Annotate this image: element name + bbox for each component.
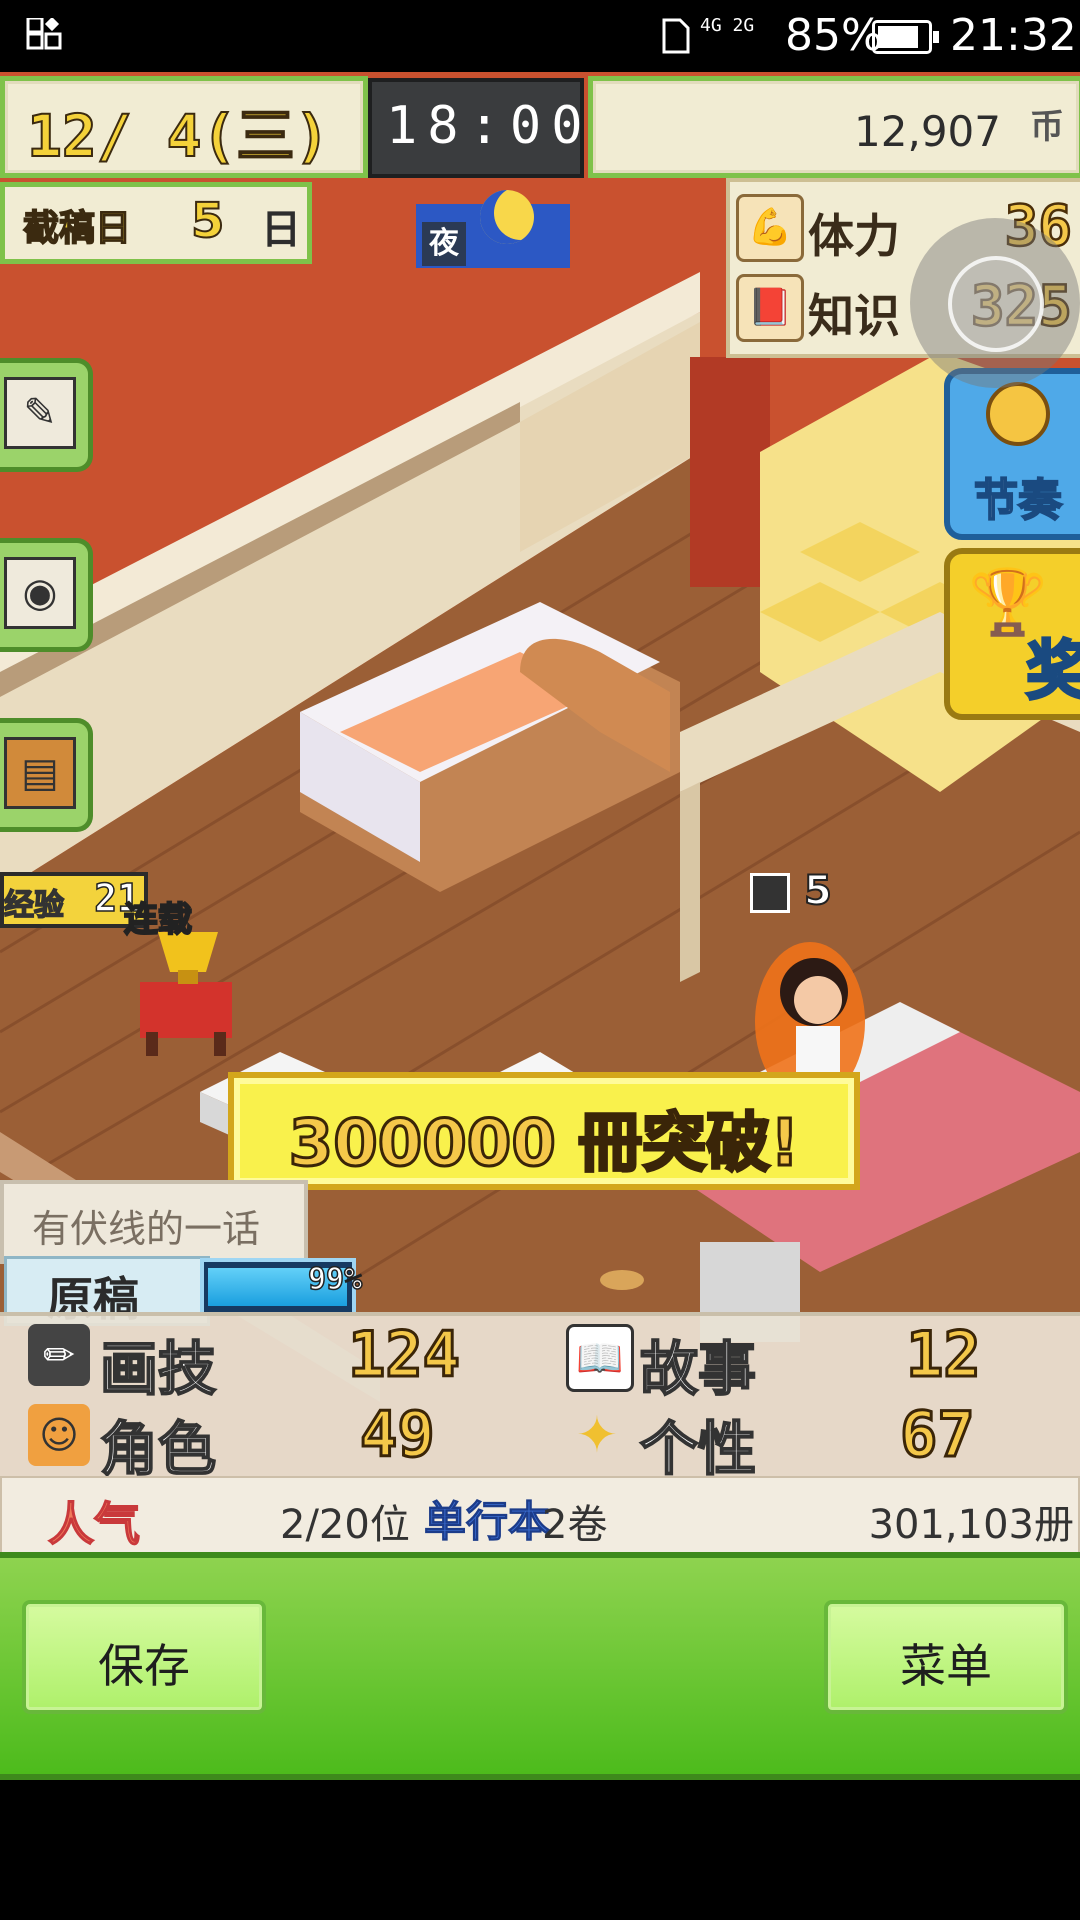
muscle-icon: 💪	[736, 194, 804, 262]
deadline-panel: 截稿日 5 日	[0, 182, 312, 264]
assistive-touch-icon	[948, 256, 1044, 352]
pencil-paper-icon: ✎	[4, 377, 76, 449]
coin-icon: 币	[1030, 107, 1064, 147]
character-level-badge: 5	[750, 867, 833, 915]
story-value: 12	[905, 1317, 983, 1393]
book-icon: 📕	[736, 274, 804, 342]
manuscript-progress-text: 99%	[307, 1261, 363, 1298]
character-level-value: 5	[803, 867, 833, 915]
moon-icon	[480, 190, 534, 244]
stamina-label: 体力	[808, 209, 900, 263]
drawing-icon: ✏	[28, 1324, 90, 1386]
trophy-label: 连载	[123, 899, 193, 941]
deadline-label: 截稿日	[22, 207, 132, 250]
money-amount: 12,907	[854, 107, 1001, 156]
character-value: 49	[359, 1397, 437, 1473]
popularity-label: 人气	[47, 1496, 141, 1552]
popularity-rank: 2/20位	[280, 1502, 410, 1548]
network-indicator: 4G 2G	[700, 15, 755, 36]
game-scene[interactable]: 12/ 4(三) 18:00 12,907 币 截稿日 5 日 夜 💪 体力 3…	[0, 72, 1080, 1562]
story-label: 故事	[639, 1334, 757, 1404]
milestone-text: 300000 冊突破!	[287, 1106, 801, 1183]
sales-count: 301,103册	[868, 1502, 1074, 1548]
drawing-label: 画技	[99, 1334, 217, 1404]
battery-icon	[872, 20, 939, 54]
personality-label: 个性	[639, 1414, 757, 1484]
experience-label: 经验	[3, 887, 65, 924]
clock: 21:32	[950, 10, 1077, 61]
award-label: 奖	[1025, 634, 1080, 711]
knowledge-label: 知识	[808, 289, 900, 343]
chapter-title-panel: 有伏线的一话	[0, 1180, 308, 1264]
drawing-value: 124	[347, 1317, 462, 1393]
briefcase-icon: ▤	[4, 737, 76, 809]
camera-button[interactable]: ◉	[0, 538, 93, 652]
stats-row-2: ☺ 角色 49 ✦ 个性 67	[0, 1396, 1080, 1484]
volume-label: 单行本	[423, 1497, 551, 1547]
menu-label: 菜单	[900, 1639, 992, 1693]
personality-value: 67	[899, 1397, 977, 1473]
time-panel: 18:00	[368, 78, 584, 178]
milestone-banner: 300000 冊突破!	[228, 1072, 860, 1190]
save-button[interactable]: 保存	[22, 1600, 266, 1714]
award-button[interactable]: 🏆 奖	[944, 548, 1080, 720]
volume-count: 2卷	[542, 1502, 608, 1548]
alarm-clock-icon	[986, 382, 1050, 446]
open-book-icon: 📖	[566, 1324, 634, 1392]
save-label: 保存	[98, 1639, 190, 1693]
character-label: 角色	[99, 1414, 217, 1484]
date-panel: 12/ 4(三)	[0, 76, 368, 178]
deadline-unit: 日	[261, 207, 301, 253]
status-bar: 4G 2G 85% 21:32	[0, 0, 1080, 72]
deadline-days: 5	[190, 192, 225, 250]
bottom-action-bar: 保存 菜单	[0, 1552, 1080, 1780]
time-text: 18:00	[386, 96, 593, 156]
battery-percent: 85%	[785, 10, 883, 61]
chapter-title: 有伏线的一话	[32, 1207, 261, 1251]
rhythm-button[interactable]: 节奏	[944, 368, 1080, 540]
night-indicator: 夜	[416, 190, 570, 268]
rhythm-label: 节奏	[973, 474, 1063, 527]
edit-manuscript-button[interactable]: ✎	[0, 358, 93, 472]
stats-row-1: ✏ 画技 124 📖 故事 12	[0, 1316, 1080, 1404]
character-face-icon: ☺	[28, 1404, 90, 1466]
assistive-touch-button[interactable]	[910, 218, 1080, 388]
sparkle-icon: ✦	[576, 1406, 618, 1464]
period-label: 夜	[422, 222, 466, 266]
drawing-tool-icon	[750, 873, 790, 913]
date-text: 12/ 4(三)	[26, 101, 330, 171]
popularity-row: 人气 2/20位 单行本 2卷 301,103册	[0, 1476, 1080, 1558]
apps-icon	[26, 18, 62, 50]
money-panel: 12,907 币	[588, 76, 1080, 178]
briefcase-button[interactable]: ▤	[0, 718, 93, 832]
sim-icon	[662, 18, 690, 54]
menu-button[interactable]: 菜单	[824, 1600, 1068, 1714]
work-stats-table: ✏ 画技 124 📖 故事 12 ☺ 角色 49 ✦ 个性 67	[0, 1312, 1080, 1484]
camera-icon: ◉	[4, 557, 76, 629]
